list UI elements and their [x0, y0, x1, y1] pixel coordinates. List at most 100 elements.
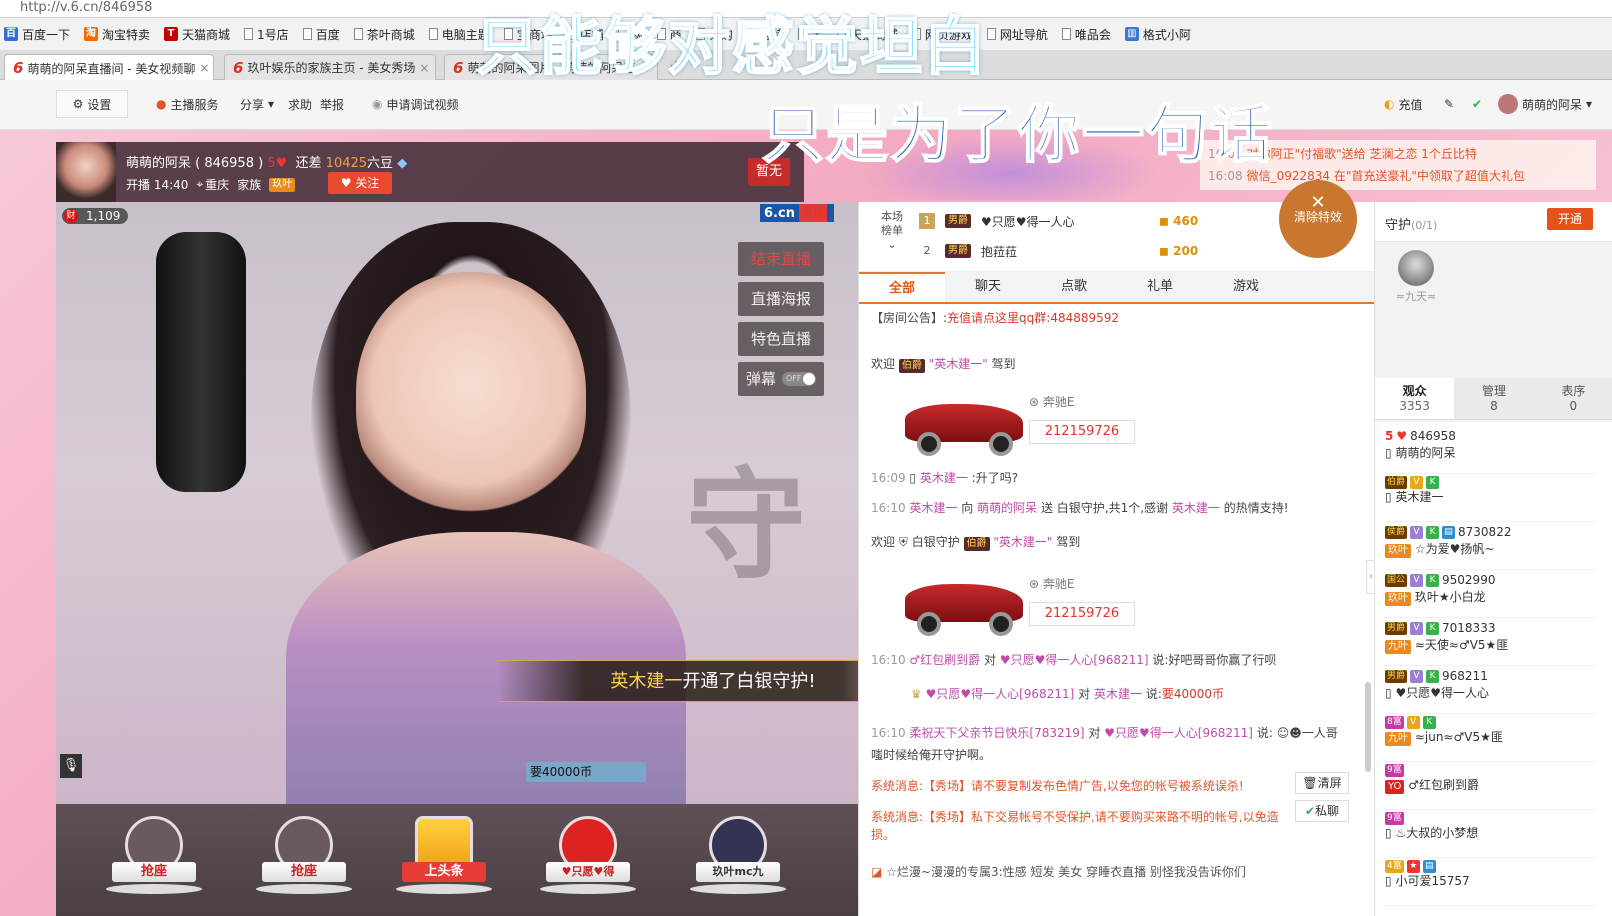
close-icon: ✕ — [1310, 192, 1326, 213]
list-item[interactable]: 侯爵 V K ▤ 8730822 玖叶 ☆为爱♥扬帆~ — [1385, 524, 1595, 570]
live-poster-button[interactable]: 直播海报 — [738, 282, 824, 316]
host-avatar[interactable] — [56, 142, 116, 202]
tab-games[interactable]: 游戏 — [1203, 272, 1289, 302]
chat-message: 16:10 英木建一 向 萌萌的阿呆 送 白银守护,共1个,感谢 英木建一 的热… — [871, 501, 1289, 515]
system-message: 系统消息:【秀场】请不要复制发布色情广告,以免您的帐号被系统误杀! — [871, 779, 1244, 793]
bookmark-item[interactable]: 百百度一下 — [4, 26, 70, 43]
microphone-icon[interactable]: 🎙 — [60, 754, 82, 778]
apply-debug-button[interactable]: ◉ 申请调试视频 — [372, 90, 459, 118]
host-service-button[interactable]: ● 主播服务 — [156, 90, 219, 118]
emoji-icon: ☺☻ — [1276, 726, 1302, 740]
heart-icon: ♥ — [1396, 429, 1408, 443]
list-item[interactable]: 伯爵 V K ▯ 英木建一 — [1385, 476, 1595, 522]
open-guard-button[interactable]: 开通 — [1547, 208, 1593, 230]
follow-button[interactable]: ♥ 关注 — [328, 172, 392, 194]
share-button[interactable]: 分享 ▾ — [240, 90, 274, 118]
announcement: 【房间公告】:充值请点这里qq群:484889592 — [871, 311, 1120, 325]
rank-row[interactable]: 2 男爵 抱菈菈 ◼ 200 — [919, 236, 1219, 266]
tmall-icon: T — [164, 27, 179, 41]
headline-button[interactable]: 上头条 — [396, 816, 492, 906]
chat-message: ♛ ♥只愿♥得一人心[968211] 对 英木建一 说:要40000币 — [911, 687, 1225, 701]
browser-tab-active[interactable]: 6 萌萌的阿呆直播间 - 美女视频聊 × — [4, 54, 214, 81]
chat-scrollbar[interactable] — [1365, 682, 1371, 772]
host-info-bar: 萌萌的阿呆 ( 846958 ) 5♥ 还差 10425六豆 ◆ 开播 14:4… — [56, 142, 804, 202]
view-count: 财 1,109 — [62, 208, 129, 224]
bookmark-item[interactable]: 1号店 — [244, 26, 289, 43]
avatar — [1398, 250, 1434, 286]
seat-slot[interactable]: ♥只愿♥得 — [540, 816, 636, 906]
list-item[interactable]: 9富 YO ♂红包刷到爵 — [1385, 764, 1595, 810]
report-link[interactable]: 举报 — [320, 90, 344, 118]
trash-icon: 🗑 — [1302, 776, 1318, 790]
avatar — [1498, 94, 1518, 114]
k-badge-icon: K — [1426, 526, 1440, 539]
list-item[interactable]: 男爵 V K 968211 ▯ ♥只愿♥得一人心 — [1385, 668, 1595, 714]
coin-icon: ◐ — [1384, 97, 1395, 111]
bookmark-item[interactable]: 唯品会 — [1061, 26, 1111, 43]
tab-chat[interactable]: 聊天 — [945, 272, 1031, 302]
chevron-down-icon: ⌄ — [887, 238, 897, 251]
private-chat-button[interactable]: ✔私聊 — [1295, 800, 1349, 822]
tab-song[interactable]: 点歌 — [1031, 272, 1117, 302]
bookmark-item[interactable]: 网址导航 — [986, 26, 1048, 43]
chat-icon: ◪ — [871, 865, 883, 879]
host-meta: 开播 14:40 ⌖ 重庆 家族 玖叶 — [126, 176, 296, 193]
phone-icon: ▯ — [1385, 686, 1392, 700]
help-link[interactable]: 求助 — [288, 90, 312, 118]
seat-slot[interactable]: 抢座 — [256, 816, 352, 906]
list-item[interactable]: 男爵 V K 7018333 九叶 ≈天使≈♂V5★匪 — [1385, 620, 1595, 666]
ranking-title: 本场 榜单 ⌄ — [881, 210, 903, 251]
phone-icon: ▯ — [1385, 826, 1392, 840]
video-player[interactable]: 守 财 1,109 6.cn 直播 结束直播 直播海报 特色直播 弹幕 OFF 英木建… — [56, 202, 858, 804]
clear-effects-button[interactable]: ✕ 清除特效 — [1279, 180, 1357, 258]
tab-all[interactable]: 全部 — [859, 272, 945, 302]
system-message: 系统消息:【秀场】私下交易帐号不受保护,请不要购买来路不明的帐号,以免造 损。 — [871, 810, 1279, 842]
app-root: http://v.6.cn/846958 百百度一下 淘淘宝特卖 T 天猫商城 1… — [0, 0, 1612, 916]
close-icon[interactable]: × — [419, 61, 429, 75]
list-item[interactable]: 4富 ★ ▤ ▯ 小可爱15757 — [1385, 860, 1595, 906]
list-item[interactable]: 8富 V K 九叶 ≈jun≈♂V5★匪 — [1385, 716, 1595, 762]
k-badge-icon: K — [1426, 670, 1440, 683]
clear-screen-button[interactable]: 🗑清屏 — [1295, 772, 1349, 794]
end-live-button[interactable]: 结束直播 — [738, 242, 824, 276]
verified-icon: ✔ — [1472, 97, 1483, 111]
list-item[interactable]: 国公 V K 9502990 玖叶 玖叶★小白龙 — [1385, 572, 1595, 618]
location-icon: ⌖ — [196, 177, 204, 191]
settings-button[interactable]: ⚙ 设置 — [56, 90, 128, 118]
list-item[interactable]: 5 ♥ 846958 ▯ 萌萌的阿呆 — [1385, 428, 1595, 474]
guardian-member[interactable]: ≈九天≈ — [1393, 250, 1439, 304]
tab-admins[interactable]: 管理 8 — [1454, 378, 1533, 419]
chart-icon: ▥ — [1124, 27, 1139, 41]
recharge-button[interactable]: ◐ 充值 — [1384, 90, 1423, 118]
browser-tab[interactable]: 6 玖叶娱乐的家族主页 - 美女秀场 × — [224, 54, 436, 80]
guard-title: 守护(0/1) — [1385, 218, 1438, 233]
bookmark-item[interactable]: 茶叶商城 — [353, 26, 415, 43]
seat-slot[interactable]: 玖叶mc九 — [690, 816, 786, 906]
coin-icon: ◼ — [1159, 214, 1174, 228]
bookmark-item[interactable]: 百度 — [302, 26, 340, 43]
bookmark-item[interactable]: ▥ 格式小阿 — [1124, 26, 1191, 43]
site-logo-icon: 6 — [233, 58, 244, 77]
seat-slot[interactable]: 抢座 — [106, 816, 202, 906]
bookmark-item[interactable]: 淘淘宝特卖 — [84, 26, 150, 43]
bookmark-item[interactable]: T 天猫商城 — [164, 26, 230, 43]
edit-icon[interactable]: ✎ — [1444, 90, 1454, 118]
car-number: 212159726 — [1029, 602, 1135, 626]
user-menu[interactable]: 萌萌的阿呆 ▾ — [1498, 90, 1592, 118]
close-icon[interactable]: × — [199, 61, 209, 75]
list-item[interactable]: 9富 ▯ ♨大叔的小梦想 — [1385, 812, 1595, 858]
k-badge-icon: K — [1426, 622, 1440, 635]
rank-row[interactable]: 1 男爵 ♥只愿♥得一人心 ◼ 460 — [919, 206, 1219, 236]
k-badge-icon: K — [1426, 574, 1440, 587]
penguin-icon: ● — [156, 97, 167, 111]
tab-audience[interactable]: 观众 3353 — [1375, 378, 1455, 419]
featured-live-button[interactable]: 特色直播 — [738, 322, 824, 356]
danmu-toggle[interactable]: 弹幕 OFF — [738, 362, 824, 396]
car-number: 212159726 — [1029, 420, 1135, 444]
check-icon: ✔ — [1304, 804, 1316, 818]
diamond-icon: ◆ — [397, 156, 408, 171]
welcome-message: 欢迎 伯爵 "英木建一" 驾到 — [871, 357, 1016, 373]
start-time: 开播 14:40 — [126, 178, 189, 192]
tab-order[interactable]: 表序 0 — [1534, 378, 1612, 419]
tab-gifts[interactable]: 礼单 — [1117, 272, 1203, 302]
